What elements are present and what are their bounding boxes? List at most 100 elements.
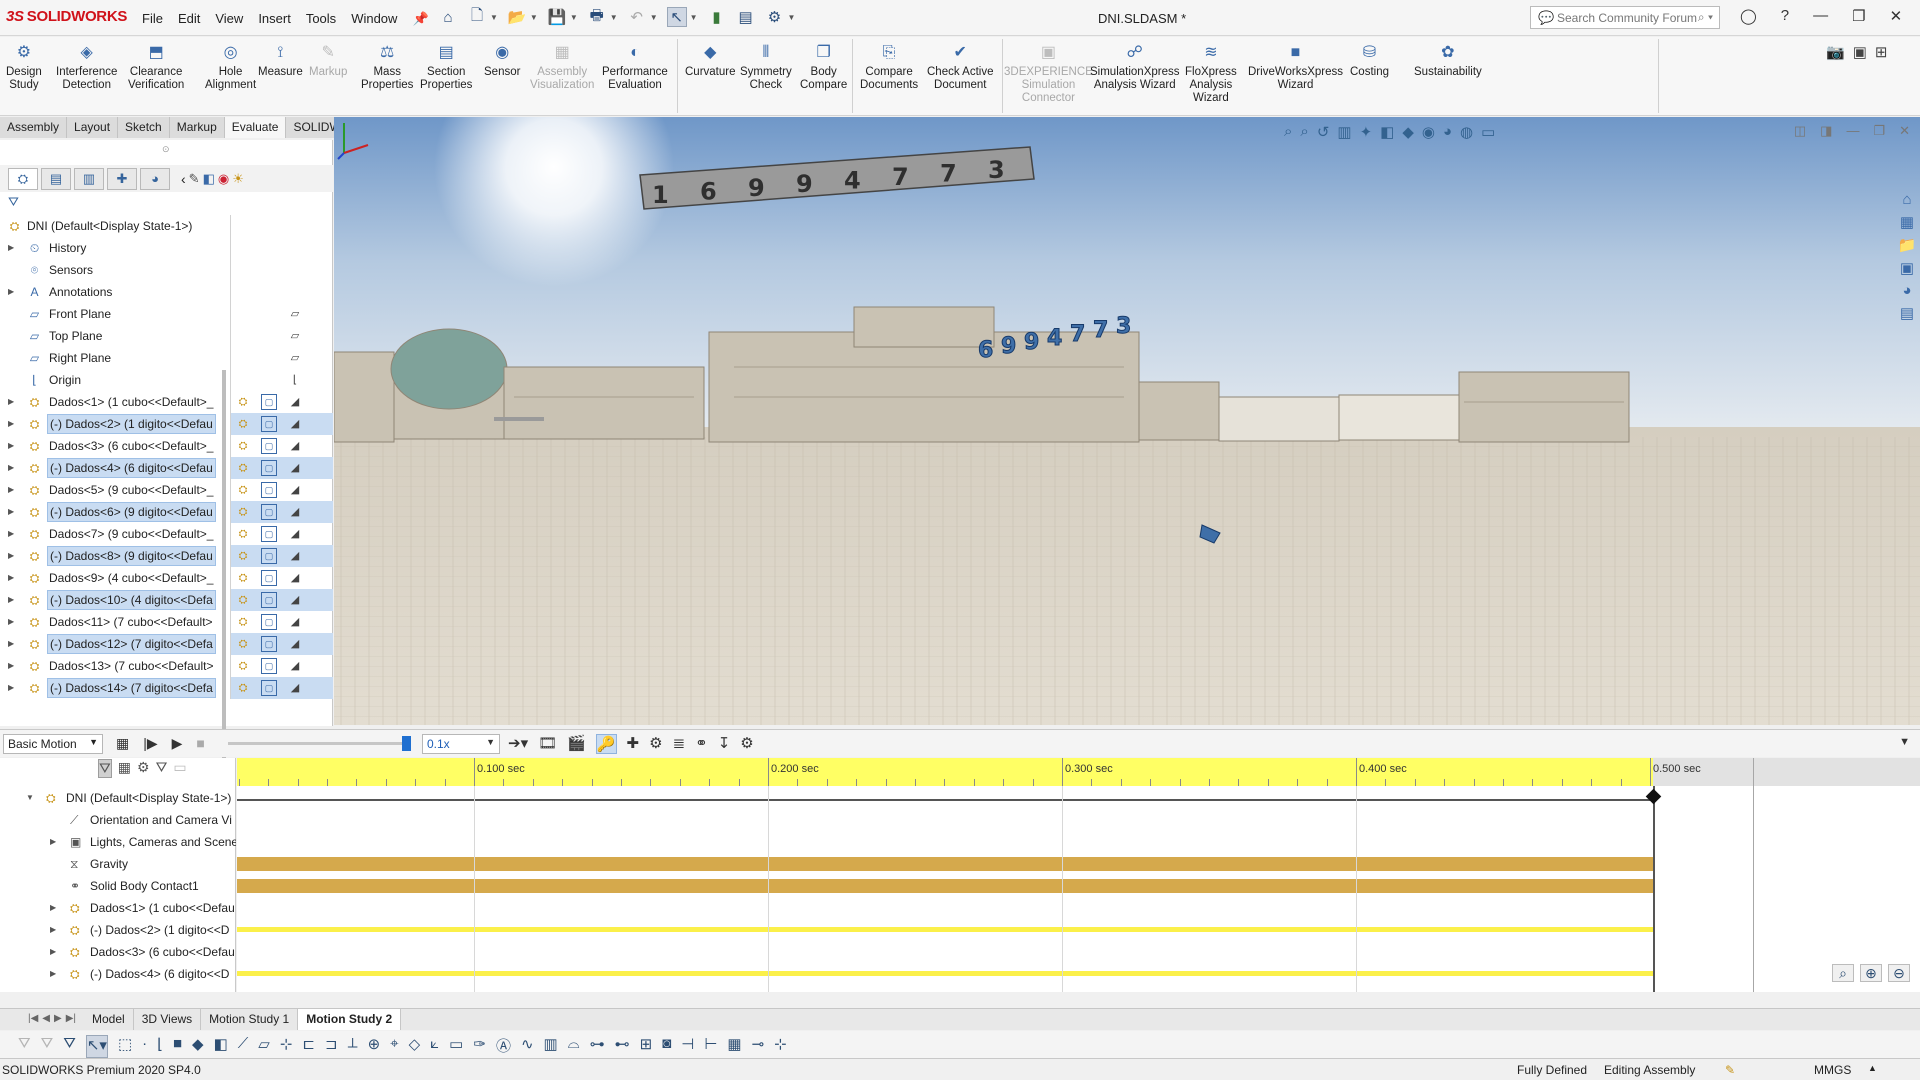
part-icon[interactable]: ▢	[261, 614, 277, 630]
tree-item[interactable]: ▶ ⏲ History	[0, 237, 228, 259]
tree-item[interactable]: ▶ ⛭ Dados<1> (1 cubo<<Default>_	[0, 391, 228, 413]
tree-item[interactable]: ▶ ⛭ (-) Dados<12> (7 digito<<Defa	[0, 633, 228, 655]
motion-timeline[interactable]: 0.100 sec 0.200 sec 0.300 sec 0.400 sec 0.50…	[237, 758, 1920, 992]
status-mode[interactable]: Editing Assembly	[1604, 1063, 1695, 1077]
cube-icon[interactable]: ◧	[203, 171, 215, 187]
filter-icon[interactable]: ⛛	[8, 194, 19, 210]
view-settings-icon[interactable]: ▭	[1481, 123, 1495, 141]
expand-arrow-icon[interactable]: ▶	[50, 941, 56, 963]
filter-notes-icon[interactable]: ⊕	[368, 1035, 381, 1058]
component-icon[interactable]: ⛭	[235, 636, 251, 652]
component-icon[interactable]: ⛭	[235, 548, 251, 564]
tree-item[interactable]: ▶ ⛭ Dados<7> (9 cubo<<Default>_	[0, 523, 228, 545]
graphics-viewport[interactable]: 16994773 6994773 ⌕ ⌕ ↺ ▥ ✦ ◧ ◆ ◉ ◕ ◍ ▭ ◫…	[334, 117, 1920, 725]
filter-animated-icon[interactable]: ⛛	[98, 759, 112, 778]
pencil-icon[interactable]: ✎	[189, 171, 200, 187]
timeline-bar[interactable]	[237, 927, 1653, 932]
costing-button[interactable]: ⛁ Costing	[1350, 43, 1389, 79]
featuremanager-tab-icon[interactable]: ⛭	[8, 167, 38, 190]
filter-edges-icon[interactable]: ⌊	[157, 1035, 163, 1058]
expand-arrow-icon[interactable]: ▶	[50, 831, 56, 853]
filter-points-icon[interactable]: ⊹	[280, 1035, 293, 1058]
viewport-close-icon[interactable]: ✕	[1899, 123, 1910, 139]
motion-tree-item[interactable]: ▶ ⛭ (-) Dados<2> (1 digito<<D	[0, 919, 236, 941]
expand-arrow-icon[interactable]: ▶	[8, 435, 14, 457]
tree-item[interactable]: ▶ ⛭ (-) Dados<10> (4 digito<<Defa	[0, 589, 228, 611]
display-style-icon[interactable]: ◆	[1402, 123, 1414, 141]
tree-item[interactable]: ▶ ⛭ (-) Dados<2> (1 digito<<Defau	[0, 413, 228, 435]
tab-nav-next-icon[interactable]: ▶	[52, 1009, 64, 1030]
expand-arrow-icon[interactable]: ▶	[8, 237, 14, 259]
sensor-button[interactable]: ◉ Sensor	[484, 43, 520, 79]
timeline-bar[interactable]	[237, 879, 1653, 893]
restore-icon[interactable]: ❐	[1852, 7, 1865, 25]
mass-properties-button[interactable]: ⚖ Mass Properties	[361, 43, 413, 92]
filter-off-icon[interactable]: ⛛	[18, 1035, 31, 1058]
symmetry-button[interactable]: ⫴ Symmetry Check	[740, 43, 792, 92]
play-icon[interactable]: ▶	[172, 735, 183, 752]
plane-icon[interactable]: ▱	[287, 306, 303, 322]
sketch-icon[interactable]: ◢	[287, 636, 303, 652]
expand-arrow-icon[interactable]: ▶	[8, 633, 14, 655]
component-icon[interactable]: ⛭	[235, 680, 251, 696]
filter-weld-icon[interactable]: ⟀	[430, 1035, 439, 1058]
component-icon[interactable]: ⛭	[235, 416, 251, 432]
appearances-icon[interactable]: ◕	[1902, 282, 1911, 299]
home-icon[interactable]: ⌂	[438, 7, 458, 27]
component-icon[interactable]: ⛭	[235, 614, 251, 630]
playback-slider[interactable]	[228, 736, 411, 751]
part-icon[interactable]: ▢	[261, 570, 277, 586]
tab-assembly[interactable]: Assembly	[0, 117, 68, 138]
plane-icon[interactable]: ▱	[287, 350, 303, 366]
3dx-connector-button[interactable]: ▣ 3DEXPERIENCE Simulation Connector	[1004, 43, 1093, 105]
playback-mode-icon[interactable]: ➔▾	[508, 734, 528, 754]
expand-arrow-icon[interactable]: ▶	[8, 567, 14, 589]
pin-icon[interactable]: 📌	[412, 11, 428, 27]
menu-view[interactable]: View	[215, 11, 243, 27]
autofit-icon[interactable]: ▭	[173, 759, 186, 778]
chevron-down-icon[interactable]: ▼	[490, 13, 498, 22]
sketch-icon[interactable]: ◢	[287, 658, 303, 674]
filter-routing-icon[interactable]: ⊷	[615, 1035, 630, 1058]
chevron-down-icon[interactable]: ▼	[788, 13, 796, 22]
filter-block-icon[interactable]: ⌓	[568, 1035, 580, 1058]
expand-arrow-icon[interactable]: ▶	[8, 545, 14, 567]
tree-item[interactable]: ▶ ⛭ Dados<5> (9 cubo<<Default>_	[0, 479, 228, 501]
expand-arrow-icon[interactable]: ▶	[8, 611, 14, 633]
motion-tree-item[interactable]: ▶ ⛭ (-) Dados<4> (6 digito<<D	[0, 963, 236, 985]
check-doc-button[interactable]: ✔ Check Active Document	[927, 43, 993, 92]
add-key-icon[interactable]: ✚	[627, 734, 640, 754]
filter-axes-icon[interactable]: ⟋	[238, 1035, 249, 1058]
filter-planes-icon[interactable]: ▱	[258, 1035, 270, 1058]
calculate-icon[interactable]: ▦	[116, 735, 129, 752]
gravity-icon[interactable]: ↧	[718, 734, 731, 754]
floxpress-button[interactable]: ≋ FloXpress Analysis Wizard	[1185, 43, 1237, 105]
key-point[interactable]	[1645, 788, 1662, 805]
viewport-restore-icon[interactable]: ❐	[1873, 123, 1885, 139]
chevron-down-icon[interactable]: ▼	[610, 13, 618, 22]
filter-table-icon[interactable]: ▦	[727, 1035, 741, 1058]
sketch-icon[interactable]: ◢	[287, 680, 303, 696]
tab-motion-study-1[interactable]: Motion Study 1	[201, 1009, 299, 1030]
tree-item[interactable]: ▶ ⛭ Dados<11> (7 cubo<<Default>	[0, 611, 228, 633]
sketch-icon[interactable]: ◢	[287, 460, 303, 476]
tree-item[interactable]: ⌾ Sensors	[0, 259, 228, 281]
tree-item[interactable]: ▶ ⛭ (-) Dados<8> (9 digito<<Defau	[0, 545, 228, 567]
part-icon[interactable]: ▢	[261, 548, 277, 564]
filter-connection-icon[interactable]: ⊶	[590, 1035, 605, 1058]
play-from-start-icon[interactable]: |▶	[143, 735, 157, 752]
filter-light-icon[interactable]: ⊣	[681, 1035, 694, 1058]
expand-arrow-icon[interactable]: ▼	[26, 787, 34, 809]
origin-icon[interactable]: ⌊	[287, 372, 303, 388]
zoom-to-area-icon[interactable]: ⌕	[1300, 123, 1308, 141]
part-icon[interactable]: ▢	[261, 504, 277, 520]
expand-arrow-icon[interactable]: ▶	[50, 897, 56, 919]
solidworks-logo[interactable]: 3S SOLIDWORKS	[6, 8, 127, 25]
tab-sketch[interactable]: Sketch	[118, 117, 170, 138]
component-icon[interactable]: ⛭	[235, 592, 251, 608]
tree-item[interactable]: ⌊ Origin	[0, 369, 228, 391]
body-compare-button[interactable]: ❐ Body Compare	[800, 43, 847, 92]
motion-tree-item[interactable]: ⧖ Gravity	[0, 853, 236, 875]
timeline-bar[interactable]	[237, 971, 1653, 976]
traffic-light-icon[interactable]: ▮	[707, 7, 727, 27]
